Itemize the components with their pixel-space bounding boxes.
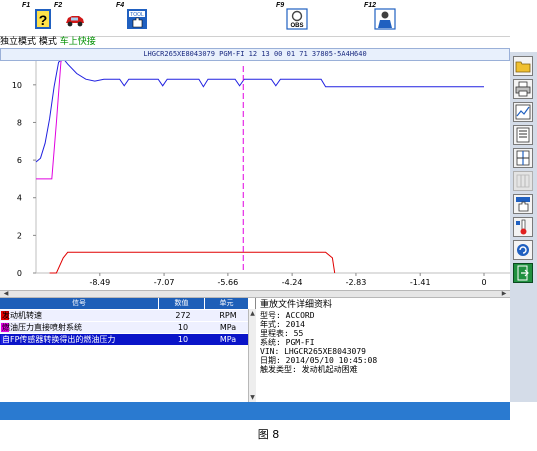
f12-person-button[interactable]: F12 (364, 2, 398, 33)
right-tool-column (510, 52, 537, 402)
signal-chart[interactable]: 0 2 4 6 8 10 -8.49 -7.07 -5.66 -4.24 -2.83 -1.41 0 (0, 61, 510, 290)
y-tick-label: 8 (17, 118, 22, 127)
y-tick-label: 0 (17, 269, 22, 278)
f2-vehicle-button[interactable]: F2 (54, 2, 88, 33)
x-tick-label: -2.83 (346, 278, 367, 287)
svg-text:TOOL: TOOL (130, 12, 144, 18)
chart-background (0, 61, 510, 290)
x-tick-label: -7.07 (154, 278, 175, 287)
replay-file-details: 重放文件详细资料 型号: ACCORD 年式: 2014 里程表: 55 系统:… (256, 298, 510, 402)
table-vertical-scrollbar[interactable]: ▲ ▼ (248, 309, 256, 402)
figure-caption: 图 8 (257, 428, 280, 441)
signal-value: 272 (175, 311, 191, 320)
y-tick-label: 6 (17, 156, 22, 165)
mode-bar: 独立模式 模式 车上快接 (0, 36, 510, 47)
split-view-button[interactable] (513, 148, 533, 168)
mode-title: 模式 (38, 37, 57, 47)
obs-label: OBS (290, 23, 303, 29)
scroll-up-arrow-icon[interactable]: ▲ (249, 310, 256, 317)
function-toolbar: F1 ? F2 F4 TOOL F9 OBS F12 (0, 0, 537, 35)
signal-row[interactable]: 发动机转速 272 RPM (0, 310, 248, 321)
x-tick-label: -5.66 (218, 278, 239, 287)
temperature-button[interactable] (513, 217, 533, 237)
detail-odometer: 里程表: 55 (260, 329, 304, 338)
tool-hand-icon: TOOL (127, 9, 147, 29)
f4-label: F4 (116, 2, 125, 9)
folder-icon (515, 61, 531, 73)
list-icon (516, 127, 530, 143)
help-icon: ? (35, 9, 51, 29)
f1-help-button[interactable]: F1 ? (22, 2, 56, 33)
detail-vin: VIN: LHGCR265XE8043079 (260, 347, 366, 356)
table-footer-bar (0, 402, 510, 420)
x-tick-label: 0 (481, 278, 486, 287)
x-tick-label: -4.24 (282, 278, 303, 287)
detail-date: 日期: 2014/05/10 10:45:08 (260, 356, 378, 365)
signal-unit: MPa (219, 335, 237, 344)
col-header-value[interactable]: 数值 (159, 298, 204, 309)
signal-name: 自FP传感器转换得出的燃油压力 (2, 335, 116, 344)
scroll-down-arrow-icon[interactable]: ▼ (249, 394, 256, 401)
vehicle-info-header: LHGCR265XE8043079 PGM-FI 12 13 00 01 71 … (0, 48, 510, 61)
signal-unit: RPM (219, 311, 237, 320)
tool-hand-icon (516, 197, 530, 212)
detail-system: 系统: PGM-FI (260, 338, 315, 347)
f9-label: F9 (276, 2, 285, 9)
list-view-button[interactable] (513, 125, 533, 145)
svg-text:?: ? (39, 12, 48, 28)
open-file-button[interactable] (513, 56, 533, 76)
print-icon (515, 81, 531, 97)
detail-year: 年式: 2014 (260, 320, 305, 329)
obs-icon: OBS (286, 8, 308, 30)
x-tick-label: -1.41 (410, 278, 431, 287)
signal-value: 10 (177, 323, 189, 332)
chart-icon (515, 104, 531, 120)
refresh-icon (517, 244, 529, 256)
signal-row[interactable]: 燃油压力直接喷射系统 10 MPa (0, 322, 248, 333)
thermometer-icon (516, 219, 527, 235)
col-header-unit[interactable]: 单元 (205, 298, 248, 309)
tool-button[interactable] (513, 194, 533, 214)
grid-icon (516, 174, 530, 188)
detail-model: 型号: ACCORD (260, 311, 315, 320)
signal-name: 燃油压力直接喷射系统 (2, 323, 82, 332)
signal-table: 信号 数值 单元 发动机转速 272 RPM 燃油压力直接喷射系统 10 MPa 自FP传感… (0, 298, 256, 402)
f2-label: F2 (54, 2, 63, 9)
refresh-button[interactable] (513, 240, 533, 260)
f9-obs-button[interactable]: F9 OBS (276, 2, 310, 33)
f1-label: F1 (22, 2, 31, 9)
x-tick-label: -8.49 (89, 278, 110, 287)
signal-value: 10 (177, 335, 189, 344)
col-header-signal[interactable]: 信号 (0, 298, 158, 309)
detail-trigger-type: 触发类型: 发动机起动困难 (260, 365, 358, 374)
person-icon (374, 8, 396, 30)
signal-unit: MPa (219, 323, 237, 332)
car-icon (66, 16, 84, 27)
mode-value: 车上快接 (59, 37, 96, 47)
y-tick-label: 10 (12, 81, 22, 90)
chart-view-button[interactable] (513, 102, 533, 122)
details-title: 重放文件详细资料 (260, 300, 333, 310)
signal-row[interactable]: 自FP传感器转换得出的燃油压力 10 MPa (0, 334, 248, 345)
y-tick-label: 4 (17, 194, 22, 203)
grid-view-button[interactable] (513, 171, 533, 191)
exit-button[interactable] (513, 263, 533, 283)
y-tick-label: 2 (17, 231, 22, 240)
signal-name: 发动机转速 (2, 311, 42, 320)
split-icon (516, 150, 530, 166)
print-button[interactable] (513, 79, 533, 99)
f4-tool-button[interactable]: F4 TOOL (116, 2, 150, 33)
scroll-right-arrow-icon[interactable]: ▶ (500, 291, 508, 297)
exit-icon (517, 265, 529, 281)
scroll-left-arrow-icon[interactable]: ◀ (2, 291, 10, 297)
chart-horizontal-scrollbar[interactable]: ◀ ▶ (0, 290, 510, 298)
mode-label: 独立模式 (0, 37, 37, 47)
